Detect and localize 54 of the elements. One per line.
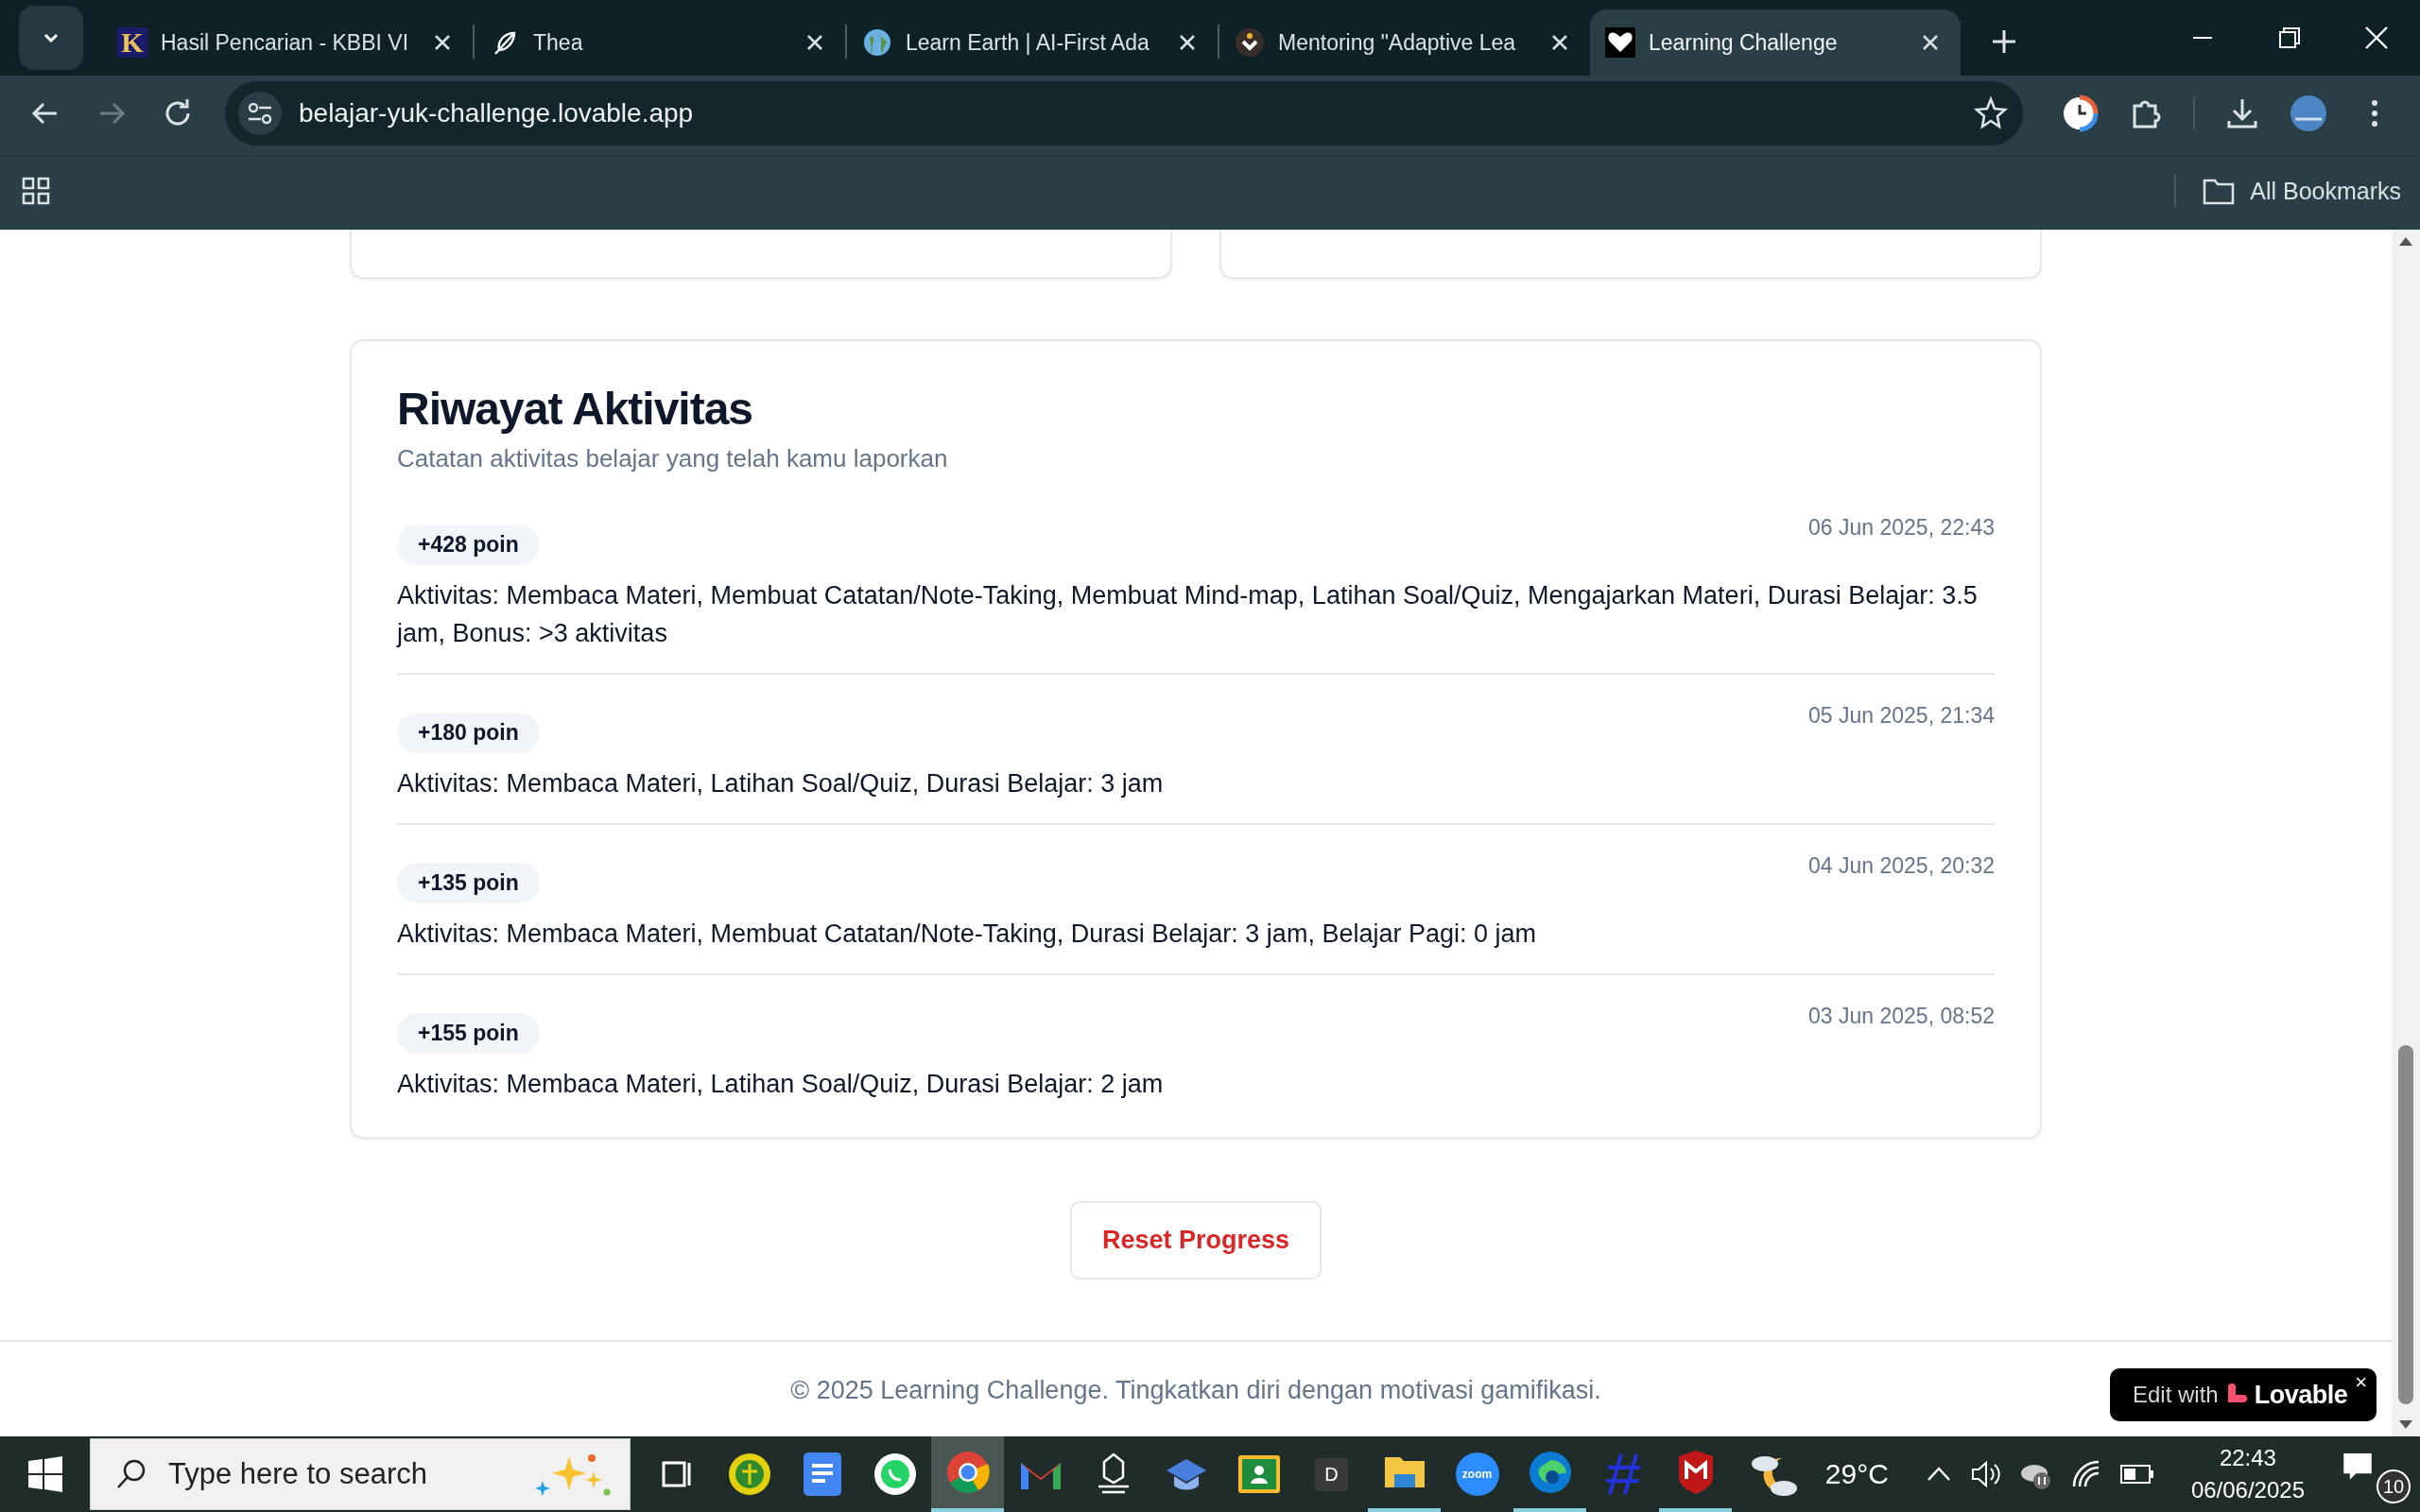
section-title: Riwayat Aktivitas [397, 383, 754, 435]
shield-icon[interactable] [1676, 1451, 1715, 1494]
points-badge: +135 poin [397, 863, 540, 903]
points-badge: +428 poin [397, 524, 540, 565]
document-icon[interactable] [803, 1452, 841, 1496]
apps-grid-icon[interactable] [21, 176, 51, 206]
taskbar-clock[interactable]: 22:43 06/06/2025 [2190, 1442, 2305, 1506]
chat-bubble-icon[interactable] [873, 1452, 917, 1496]
entry-description: Aktivitas: Membaca Materi, Membuat Catatan/Note-Taking, Durasi Belajar: 3 jam, Belajar Pagi: 0 jam [397, 919, 1537, 950]
battery-icon[interactable] [2118, 1463, 2155, 1486]
wave-browser-icon[interactable] [1528, 1451, 1572, 1494]
entry-description: Aktivitas: Membaca Materi, Membuat Catatan/Note-Taking, Membuat Mind-map, Latihan Soal/Quiz, Mengajarkan Materi, Durasi Belajar: 3.5 jam, Bonus: >3 aktivitas [397, 580, 1979, 649]
browser-tab[interactable]: K Hasil Pencarian - KBBI VI [102, 9, 473, 76]
entry-description: Aktivitas: Membaca Materi, Latihan Soal/Quiz, Durasi Belajar: 2 jam [397, 1069, 1165, 1100]
scrollbar-thumb[interactable] [2398, 1045, 2413, 1404]
all-bookmarks-link[interactable]: All Bookmarks [2250, 177, 2401, 205]
weather-temperature[interactable]: 29°C [1824, 1458, 1889, 1490]
bookmark-star-icon[interactable] [1972, 94, 2010, 132]
address-bar[interactable]: belajar-yuk-challenge.lovable.app [225, 81, 2023, 146]
edit-with-lovable-button[interactable]: Edit with Lovable × [2110, 1368, 2377, 1421]
scrollbar[interactable] [2392, 230, 2420, 1436]
volume-icon[interactable] [1969, 1458, 2002, 1490]
entry-date: 03 Jun 2025, 08:52 [1808, 1004, 1995, 1029]
entry-description: Aktivitas: Membaca Materi, Latihan Soal/Quiz, Durasi Belajar: 3 jam [397, 768, 1165, 799]
browser-icon[interactable] [945, 1451, 990, 1494]
app-letter-icon[interactable]: D [1315, 1457, 1348, 1491]
entry-date: 05 Jun 2025, 21:34 [1808, 703, 1995, 729]
notification-count: 10 [2377, 1469, 2411, 1503]
classroom-icon[interactable] [1237, 1455, 1280, 1493]
footer-text: © 2025 Learning Challenge. Tingkatkan diri dengan motivasi gamifikasi. [790, 1376, 1601, 1406]
globe-icon [862, 27, 892, 58]
clock-extension-icon[interactable] [2061, 94, 2099, 132]
scroll-up-icon[interactable] [2398, 235, 2413, 247]
points-badge: +180 poin [397, 713, 540, 753]
close-badge-icon[interactable]: × [2355, 1370, 2367, 1395]
restore-icon[interactable] [2276, 25, 2303, 51]
taskbar-search-field[interactable]: Type here to search [90, 1438, 631, 1510]
chevron-logo-icon [1235, 27, 1265, 58]
reset-progress-button[interactable]: Reset Progress [1069, 1201, 1322, 1280]
folder-icon[interactable] [2203, 177, 2236, 205]
profile-avatar-icon[interactable] [2290, 94, 2327, 132]
section-subtitle: Catatan aktivitas belajar yang telah kamu laporkan [397, 444, 949, 473]
points-badge: +155 poin [397, 1013, 540, 1054]
browser-tab[interactable]: Learning Challenge [1590, 9, 1961, 76]
tab-favicon: K [117, 27, 147, 58]
scroll-down-icon[interactable] [2398, 1419, 2413, 1431]
browser-tab[interactable]: Mentoring "Adaptive Lea [1219, 9, 1590, 76]
windows-start-icon[interactable] [26, 1455, 64, 1493]
browser-tab[interactable]: Thea [475, 9, 845, 76]
emblem-icon[interactable] [727, 1452, 771, 1496]
entry-date: 04 Jun 2025, 20:32 [1808, 853, 1995, 879]
search-icon [115, 1458, 147, 1490]
entry-date: 06 Jun 2025, 22:43 [1808, 515, 1995, 541]
browser-tab[interactable]: Learn Earth | AI-First Ada [847, 9, 1218, 76]
